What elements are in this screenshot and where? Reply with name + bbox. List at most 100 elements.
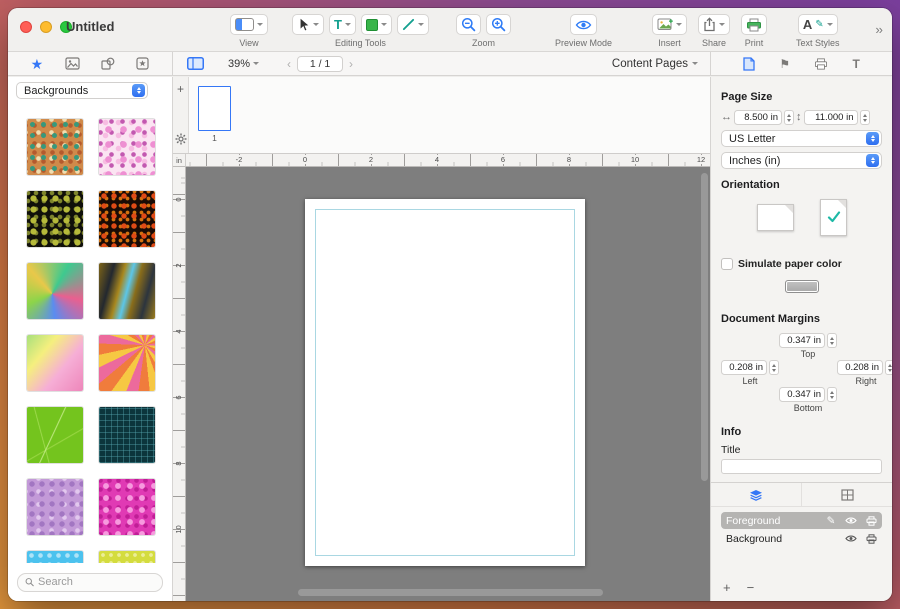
edit-layer-icon[interactable]: ✎ [825,515,837,527]
photos-tab-icon[interactable] [64,57,80,70]
margin-left-field[interactable]: 0.208 in [721,360,767,375]
line-tool-button[interactable] [396,14,429,35]
print-button[interactable] [741,14,767,35]
layer-add-remove: + − [723,580,754,595]
clipart-tab-icon[interactable] [136,57,149,70]
search-input[interactable] [38,576,155,588]
zoom-in-button[interactable] [486,14,511,35]
margin-top-cell: 0.347 in Top [779,333,837,359]
background-thumbnail[interactable] [27,407,83,463]
margin-left-stepper[interactable] [769,360,779,375]
ruler-tick-label: 10 [174,525,183,534]
document-setup-tab-icon[interactable] [743,56,755,71]
view-label: View [239,38,259,48]
page-width-field[interactable]: 8.500 in [734,110,782,125]
page-thumbnail[interactable] [198,86,231,131]
zoom-level-select[interactable]: 39% [228,58,260,70]
print-tab-icon[interactable] [814,57,828,70]
vertical-scrollbar[interactable] [701,173,708,481]
add-page-button[interactable]: + [177,83,184,95]
horizontal-ruler: -2 0 2 4 6 8 10 12 [186,154,710,167]
background-thumbnail[interactable] [27,191,83,247]
height-icon: ↕ [796,111,802,123]
view-button[interactable] [230,14,268,35]
page-height-stepper[interactable] [859,110,870,125]
page-height-field[interactable]: 11.000 in [803,110,858,125]
margin-bottom-field[interactable]: 0.347 in [779,387,825,402]
margin-top-stepper[interactable] [827,333,837,348]
layer-visibility-icon[interactable] [845,516,857,525]
preview-mode-label: Preview Mode [555,38,613,48]
text-styles-button[interactable]: A ✎ [797,14,838,35]
paper-color-well[interactable] [784,280,819,293]
close-window-button[interactable] [20,21,32,33]
layer-row-foreground[interactable]: Foreground ✎ [721,512,882,529]
margin-right-stepper[interactable] [885,360,892,375]
select-tool-button[interactable] [292,14,324,35]
simulate-paper-color-checkbox[interactable] [721,258,733,270]
units-select[interactable]: Inches (in) [721,152,882,169]
layer-visibility-icon[interactable] [845,534,857,543]
grid-tab[interactable] [802,483,892,506]
text-tool-button[interactable]: T [329,14,356,35]
background-thumbnail[interactable] [27,263,83,319]
landscape-orientation-button[interactable] [756,203,794,231]
horizontal-scrollbar[interactable] [298,589,603,596]
next-page-button[interactable]: › [349,58,353,70]
portrait-orientation-button[interactable] [819,198,847,236]
layer-print-icon[interactable] [865,533,877,544]
flag-tab-icon[interactable]: ⚑ [779,58,790,70]
background-thumbnail[interactable] [99,479,155,535]
preview-mode-button[interactable] [570,14,598,35]
text-tab-icon[interactable]: T [853,57,860,71]
simulate-paper-color-label: Simulate paper color [738,258,842,270]
sidebar-tabs: ★ [8,52,173,75]
page-width-stepper[interactable] [784,110,794,125]
pages-panel-toggle-icon[interactable] [187,57,204,70]
printer-icon [747,18,761,31]
shapes-tab-icon[interactable] [101,57,115,70]
share-button[interactable] [698,14,730,35]
background-thumbnail[interactable] [99,407,155,463]
margin-right-field[interactable]: 0.208 in [837,360,883,375]
previous-page-button[interactable]: ‹ [287,58,291,70]
content-pages-select[interactable]: Content Pages [612,58,698,70]
content-area: Backgrounds Search + 1 in -2 0 2 4 6 8 1… [8,77,892,601]
remove-layer-button[interactable]: − [747,580,755,595]
grid-icon [840,488,854,501]
favorites-tab-star-icon[interactable]: ★ [31,57,44,71]
page-indicator-field[interactable]: 1 / 1 [297,55,344,72]
simulate-paper-color-row: Simulate paper color [721,258,882,270]
shape-tool-button[interactable] [360,14,392,35]
background-thumbnail[interactable] [99,335,155,391]
ruler-tick-label: 4 [433,155,441,164]
margin-top-field[interactable]: 0.347 in [779,333,825,348]
toolbar-overflow-button[interactable]: ›› [875,22,883,37]
layer-print-icon[interactable] [865,515,877,526]
margin-bottom-stepper[interactable] [827,387,837,402]
document-title-input[interactable] [721,459,882,474]
background-thumbnail[interactable] [99,263,155,319]
add-layer-button[interactable]: + [723,580,731,595]
gear-icon[interactable] [175,133,187,145]
minimize-window-button[interactable] [40,21,52,33]
chevron-down-icon [676,23,682,26]
background-thumbnail[interactable] [27,479,83,535]
toolbar-group-editing-tools: T Editing Tools [292,14,429,48]
zoom-out-button[interactable] [456,14,481,35]
print-label: Print [744,38,764,48]
background-thumbnail[interactable] [99,191,155,247]
desktop-wallpaper: { "window": { "title": "Untitled" }, "to… [0,0,900,609]
paper-preset-select[interactable]: US Letter [721,130,882,147]
background-thumbnail[interactable] [27,335,83,391]
layer-row-background[interactable]: Background [721,530,882,547]
insert-button[interactable] [652,14,687,35]
content-pages-label: Content Pages [611,57,688,70]
document-canvas[interactable] [186,167,710,601]
document-page[interactable] [305,199,585,566]
collection-select[interactable]: Backgrounds [16,82,148,99]
zoom-out-icon [461,17,476,32]
background-thumbnail[interactable] [99,119,155,175]
background-thumbnail[interactable] [27,119,83,175]
layers-tab[interactable] [711,483,802,506]
